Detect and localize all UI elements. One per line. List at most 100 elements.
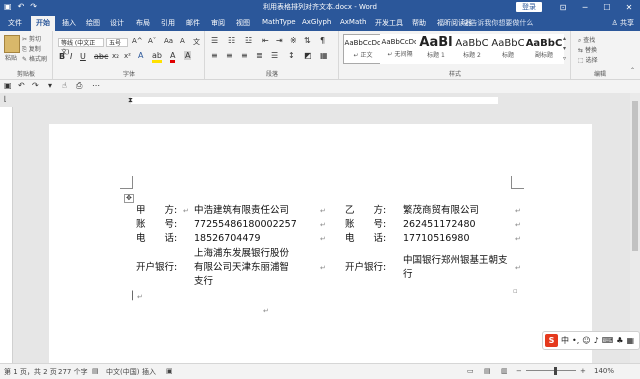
touch-mode-icon[interactable]: ☝: [62, 81, 67, 90]
paste-button[interactable]: 粘贴: [5, 53, 17, 62]
emoji-icon[interactable]: ☺: [582, 336, 590, 345]
indent-marker-icon[interactable]: ⧗: [128, 96, 133, 105]
shrink-font-icon[interactable]: Aˇ: [148, 37, 156, 45]
show-marks-icon[interactable]: ¶: [320, 36, 325, 45]
copy-button[interactable]: ⎘ 复制: [22, 44, 41, 54]
tab-design[interactable]: 设计: [110, 18, 124, 28]
bold-icon[interactable]: B: [59, 52, 65, 61]
undo-icon[interactable]: ↶: [18, 81, 25, 90]
format-painter-button[interactable]: ✎ 格式刷: [22, 54, 47, 63]
align-right-icon[interactable]: ≡: [241, 51, 248, 60]
styles-more-icon[interactable]: ▿: [563, 55, 566, 62]
tab-references[interactable]: 引用: [161, 18, 175, 28]
superscript-icon[interactable]: x²: [124, 52, 131, 60]
tab-layout[interactable]: 布局: [136, 18, 150, 28]
close-icon[interactable]: ✕: [618, 0, 640, 15]
voice-icon[interactable]: ♪: [594, 336, 599, 345]
multilevel-list-icon[interactable]: ☳: [245, 36, 252, 45]
style-no-spacing[interactable]: AaBbCcDd ↵ 无间隔: [380, 34, 420, 64]
change-case-icon[interactable]: Aa: [164, 37, 173, 45]
more-commands-icon[interactable]: ⋯: [92, 81, 100, 90]
tab-mathtype[interactable]: MathType: [262, 18, 296, 26]
decrease-indent-icon[interactable]: ⇤: [262, 36, 269, 45]
sogou-icon[interactable]: S: [545, 334, 558, 347]
strikethrough-icon[interactable]: abc: [94, 52, 108, 61]
vertical-ruler[interactable]: [0, 107, 13, 363]
macro-icon[interactable]: ▣: [166, 367, 173, 375]
highlight-icon[interactable]: ab: [152, 51, 162, 63]
find-button[interactable]: ⌕ 查找: [578, 35, 595, 45]
toolbox-icon[interactable]: ▦: [626, 336, 634, 345]
proofing-icon[interactable]: ▤: [92, 367, 99, 375]
read-mode-icon[interactable]: ▭: [467, 367, 474, 375]
tab-insert[interactable]: 插入: [62, 18, 76, 28]
scrollbar-thumb[interactable]: [632, 101, 638, 251]
share-button[interactable]: ♙ 共享: [611, 18, 634, 28]
bullets-icon[interactable]: ☰: [211, 36, 218, 45]
tab-file[interactable]: 文件: [8, 18, 22, 28]
collapse-ribbon-icon[interactable]: ⌃: [630, 67, 635, 74]
tab-draw[interactable]: 绘图: [86, 18, 100, 28]
punctuation-icon[interactable]: •,: [572, 336, 579, 345]
justify-icon[interactable]: ≣: [256, 51, 263, 60]
select-button[interactable]: ⬚ 选择: [578, 55, 598, 64]
align-left-icon[interactable]: ≡: [211, 51, 218, 60]
horizontal-ruler[interactable]: ⌊ ⧗: [0, 93, 630, 107]
redo-icon[interactable]: ↷: [32, 81, 39, 90]
document-page[interactable]: ✥ 甲 方: 中浩建筑有限责任公司 账 号: 77255486180002257…: [49, 124, 592, 363]
font-size-select[interactable]: 五号: [106, 38, 128, 47]
clipboard-icon[interactable]: [4, 35, 20, 53]
font-color-icon[interactable]: A: [170, 51, 176, 63]
tab-mailings[interactable]: 邮件: [186, 18, 200, 28]
style-normal[interactable]: AaBbCcDd ↵ 正文: [343, 34, 383, 64]
zoom-in-icon[interactable]: +: [580, 367, 586, 375]
web-layout-icon[interactable]: ▥: [501, 367, 508, 375]
tab-selector-icon[interactable]: ⌊: [4, 95, 7, 103]
tab-view[interactable]: 视图: [236, 18, 250, 28]
insert-mode[interactable]: 插入: [142, 367, 156, 377]
ime-toolbar[interactable]: S 中 •, ☺ ♪ ⌨ ♣ ▦: [542, 331, 640, 350]
char-shading-icon[interactable]: A: [184, 51, 192, 60]
grow-font-icon[interactable]: A^: [132, 37, 143, 45]
vertical-scrollbar[interactable]: [630, 93, 640, 363]
page-count[interactable]: 第 1 页，共 2 页: [4, 367, 57, 377]
phonetic-icon[interactable]: 文: [193, 37, 200, 47]
text-effects-icon[interactable]: A: [138, 51, 143, 60]
font-name-select[interactable]: 等线 (中文正文): [58, 38, 104, 56]
word-count[interactable]: 277 个字: [58, 367, 88, 377]
zoom-out-icon[interactable]: −: [516, 367, 522, 375]
tab-home[interactable]: 开始: [31, 16, 55, 31]
numbering-icon[interactable]: ☷: [228, 36, 235, 45]
customize-qat-icon[interactable]: ▾: [48, 81, 52, 90]
borders-icon[interactable]: ▦: [320, 51, 328, 60]
style-heading2[interactable]: AaBbC 标题 2: [452, 34, 492, 64]
language-status[interactable]: 中文(中国): [106, 367, 139, 377]
tab-review[interactable]: 审阅: [211, 18, 225, 28]
replace-button[interactable]: ⇆ 替换: [578, 45, 597, 54]
zoom-slider-thumb[interactable]: [554, 367, 557, 375]
tab-help[interactable]: 帮助: [412, 18, 426, 28]
italic-icon[interactable]: I: [70, 52, 72, 61]
table-resize-handle-icon[interactable]: ▫: [513, 284, 518, 298]
login-button[interactable]: 登录: [516, 2, 542, 12]
zoom-slider[interactable]: [526, 370, 576, 371]
style-title[interactable]: AaBbC 标题: [488, 34, 528, 64]
tab-axmath[interactable]: AxMath: [340, 18, 366, 26]
distributed-icon[interactable]: ☰: [271, 51, 278, 60]
print-preview-icon[interactable]: ⎙: [76, 81, 82, 91]
line-spacing-icon[interactable]: ↕: [288, 51, 295, 60]
align-center-icon[interactable]: ≡: [226, 51, 233, 60]
subscript-icon[interactable]: x₂: [112, 52, 119, 60]
shading-icon[interactable]: ◩: [304, 51, 312, 60]
tell-me-search[interactable]: ♀ 告诉我你想要做什么: [463, 18, 533, 28]
cut-button[interactable]: ✂ 剪切: [22, 34, 41, 43]
zoom-level[interactable]: 140%: [594, 367, 614, 375]
skin-icon[interactable]: ♣: [616, 336, 623, 345]
ime-lang[interactable]: 中: [561, 335, 569, 346]
save-icon[interactable]: ▣: [4, 81, 12, 90]
tab-developer[interactable]: 开发工具: [375, 18, 403, 28]
styles-scroll-down-icon[interactable]: ▾: [563, 45, 566, 52]
chinese-layout-icon[interactable]: ※: [290, 36, 297, 45]
styles-scroll-up-icon[interactable]: ▴: [563, 35, 566, 42]
underline-icon[interactable]: U: [80, 52, 86, 61]
